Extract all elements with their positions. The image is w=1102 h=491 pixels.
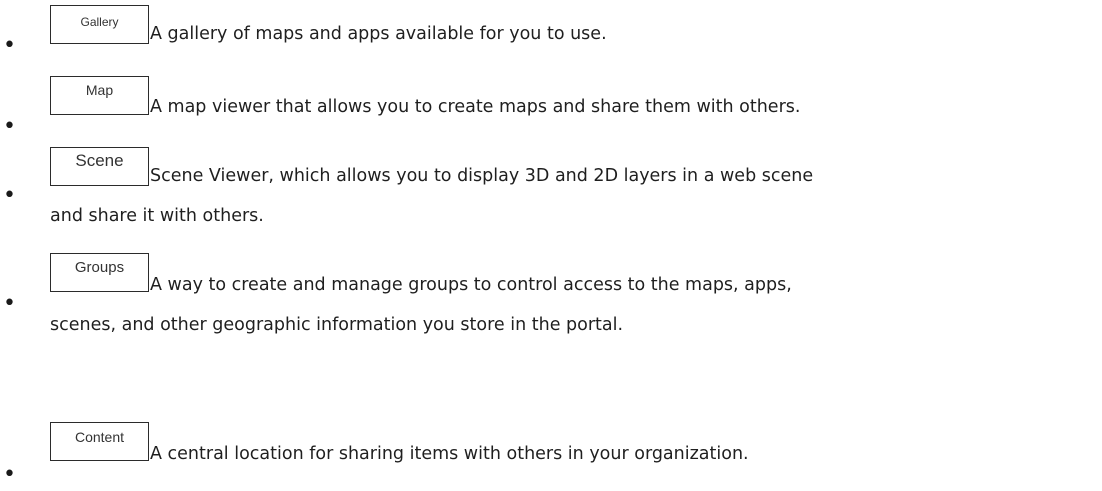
gallery-button-image: Gallery [50,5,149,44]
scene-button-image: Scene [50,147,149,186]
bullet-icon: • [3,114,16,139]
gallery-button-label: Gallery [80,15,119,29]
bullet-icon: • [3,462,16,487]
content-button-image: Content [50,422,149,461]
document-page: • Gallery A gallery of maps and apps ava… [0,0,1102,491]
gallery-description: A gallery of maps and apps available for… [150,24,607,44]
bullet-icon: • [3,33,16,58]
groups-description-line-2: scenes, and other geographic information… [50,315,624,335]
map-button-label: Map [85,82,114,98]
map-description: A map viewer that allows you to create m… [150,97,801,117]
bullet-icon: • [3,183,16,208]
groups-description-line-1: A way to create and manage groups to con… [150,275,792,295]
scene-description-line-1: Scene Viewer, which allows you to displa… [150,166,814,186]
scene-description-line-2: and share it with others. [50,206,264,226]
bullet-icon: • [3,291,16,316]
groups-button-label: Groups [74,259,125,276]
scene-button-label: Scene [75,151,124,170]
content-description: A central location for sharing items wit… [150,444,749,464]
content-button-label: Content [74,429,125,445]
map-button-image: Map [50,76,149,115]
groups-button-image: Groups [50,253,149,292]
